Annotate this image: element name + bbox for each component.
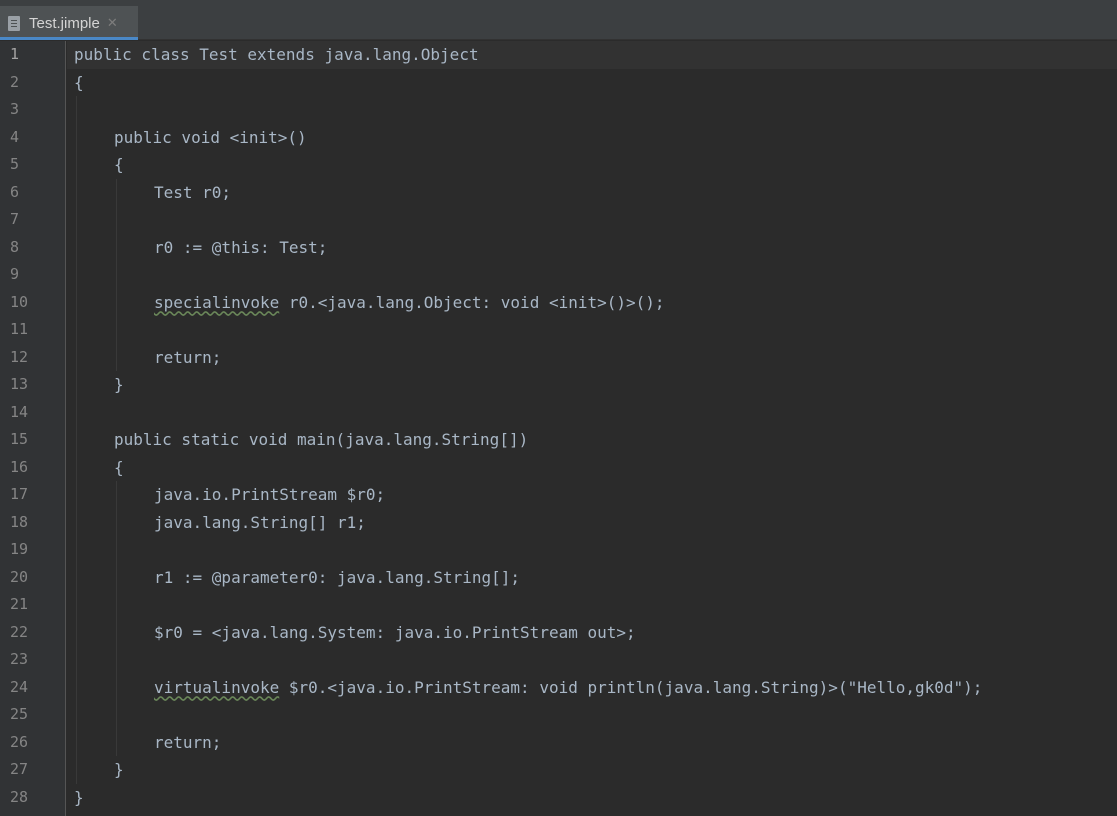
invoke-keyword: specialinvoke xyxy=(154,292,280,312)
active-tab-indicator xyxy=(0,37,138,40)
code-line[interactable]: specialinvoke r0.<java.lang.Object: void… xyxy=(154,289,665,317)
code-line[interactable]: r0 := @this: Test; xyxy=(154,234,327,262)
line-number: 26 xyxy=(10,732,29,751)
code-text: { xyxy=(114,155,124,174)
code-text: public static void main(java.lang.String… xyxy=(114,430,529,449)
editor-tab-bar: Test.jimple ✕ xyxy=(0,0,1117,40)
code-line[interactable]: public class Test extends java.lang.Obje… xyxy=(74,41,479,69)
line-number: 27 xyxy=(10,760,29,778)
line-number: 18 xyxy=(10,512,29,531)
code-line[interactable]: r1 := @parameter0: java.lang.String[]; xyxy=(154,564,520,592)
line-number: 11 xyxy=(10,320,29,338)
line-number: 25 xyxy=(10,705,29,723)
line-number: 1 xyxy=(10,45,20,63)
line-number: 9 xyxy=(10,265,20,283)
tab-test-jimple[interactable]: Test.jimple ✕ xyxy=(0,6,138,40)
code-line[interactable]: $r0 = <java.lang.System: java.io.PrintSt… xyxy=(154,619,636,647)
code-text: $r0.<java.io.PrintStream: void println(j… xyxy=(279,677,983,697)
code-line[interactable]: } xyxy=(114,371,124,399)
code-text: Test r0; xyxy=(154,182,232,202)
code-text: } xyxy=(114,375,124,394)
code-line[interactable]: java.io.PrintStream $r0; xyxy=(154,481,385,509)
code-line[interactable]: } xyxy=(114,756,124,784)
code-line[interactable]: Test r0; xyxy=(154,179,231,207)
code-text: java.lang.String[] r1; xyxy=(154,512,366,532)
indent-guide xyxy=(116,481,117,756)
code-line[interactable]: return; xyxy=(154,344,221,372)
code-text: public class Test extends java.lang.Obje… xyxy=(74,45,479,64)
line-number: 12 xyxy=(10,347,29,366)
line-number: 2 xyxy=(10,72,20,91)
close-icon[interactable]: ✕ xyxy=(107,16,118,31)
tab-label: Test.jimple xyxy=(29,14,100,32)
line-number: 19 xyxy=(10,540,29,558)
code-text: java.io.PrintStream $r0; xyxy=(154,485,386,504)
code-line[interactable]: public static void main(java.lang.String… xyxy=(114,426,528,454)
line-number: 24 xyxy=(10,677,29,696)
line-number: 10 xyxy=(10,292,29,311)
code-text: $r0 = <java.lang.System: java.io.PrintSt… xyxy=(154,622,636,642)
line-number: 13 xyxy=(10,375,29,393)
line-number: 21 xyxy=(10,595,29,613)
code-line[interactable]: { xyxy=(74,69,84,97)
line-number: 28 xyxy=(10,787,29,806)
line-number: 15 xyxy=(10,430,29,448)
line-number: 14 xyxy=(10,402,29,421)
line-number: 7 xyxy=(10,210,20,228)
code-text: { xyxy=(74,72,84,92)
line-number: 8 xyxy=(10,237,20,256)
code-line[interactable]: { xyxy=(114,151,124,179)
code-text: r0 := @this: Test; xyxy=(154,237,328,257)
invoke-keyword: virtualinvoke xyxy=(154,677,280,697)
line-number: 22 xyxy=(10,622,29,641)
line-number: 3 xyxy=(10,100,20,118)
line-number: 6 xyxy=(10,182,20,201)
line-number: 5 xyxy=(10,155,20,173)
indent-guide xyxy=(116,178,117,371)
file-icon xyxy=(8,15,20,31)
code-text: public void <init>() xyxy=(114,127,307,147)
line-number: 20 xyxy=(10,567,29,586)
line-number: 16 xyxy=(10,457,29,476)
code-line[interactable]: virtualinvoke $r0.<java.io.PrintStream: … xyxy=(154,674,982,702)
code-text: r0.<java.lang.Object: void <init>()>(); xyxy=(279,292,665,312)
code-line[interactable]: return; xyxy=(154,729,221,757)
code-text: return; xyxy=(154,347,222,367)
code-text: { xyxy=(114,457,124,477)
code-line[interactable]: { xyxy=(114,454,124,482)
line-number: 23 xyxy=(10,650,29,668)
code-line[interactable]: } xyxy=(74,784,84,812)
line-number: 4 xyxy=(10,127,20,146)
code-text: r1 := @parameter0: java.lang.String[]; xyxy=(154,567,521,587)
code-line[interactable]: public void <init>() xyxy=(114,124,307,152)
code-text: return; xyxy=(154,732,222,752)
code-text: } xyxy=(114,760,124,779)
line-number: 17 xyxy=(10,485,29,503)
code-text: } xyxy=(74,787,84,807)
indent-guide xyxy=(76,96,77,784)
code-line[interactable]: java.lang.String[] r1; xyxy=(154,509,366,537)
